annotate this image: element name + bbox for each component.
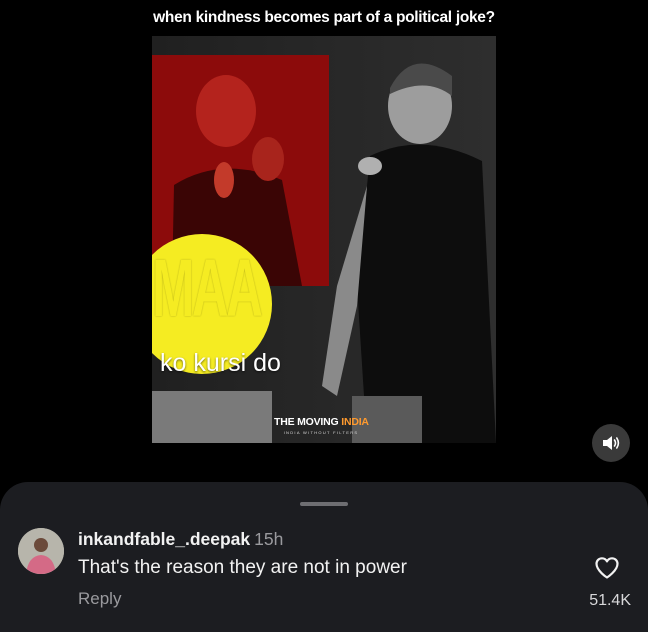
heart-icon[interactable] (594, 556, 620, 580)
sheet-drag-handle[interactable] (300, 502, 348, 506)
comment-username[interactable]: inkandfable_.deepak (78, 529, 250, 549)
brand-name: THE MOVING INDIA (274, 416, 369, 428)
overlay-subtitle: ko kursi do (160, 349, 281, 377)
video-player[interactable]: MAA ko kursi do THE MOVING INDIA INDIA W… (152, 36, 496, 443)
speaker-icon (603, 436, 620, 450)
sound-toggle-button[interactable] (592, 424, 630, 462)
comment-author: inkandfable_.deepak 15h (78, 529, 283, 550)
brand-tagline: INDIA WITHOUT FILTERS (283, 430, 359, 435)
comment-time: 15h (254, 529, 284, 549)
brand-watermark: THE MOVING INDIA INDIA WITHOUT FILTERS (274, 416, 369, 435)
brand-prefix: THE MOVING (274, 416, 342, 428)
comments-sheet: inkandfable_.deepak 15h That's the reason… (0, 482, 648, 632)
brand-suffix: INDIA (341, 416, 369, 428)
reply-button[interactable]: Reply (78, 589, 121, 609)
comment-text: That's the reason they are not in power (78, 557, 407, 578)
overlay-big-text: MAA (152, 243, 263, 334)
avatar[interactable] (18, 528, 64, 574)
post-caption: when kindness becomes part of a politica… (153, 9, 495, 26)
like-count: 51.4K (589, 592, 631, 609)
